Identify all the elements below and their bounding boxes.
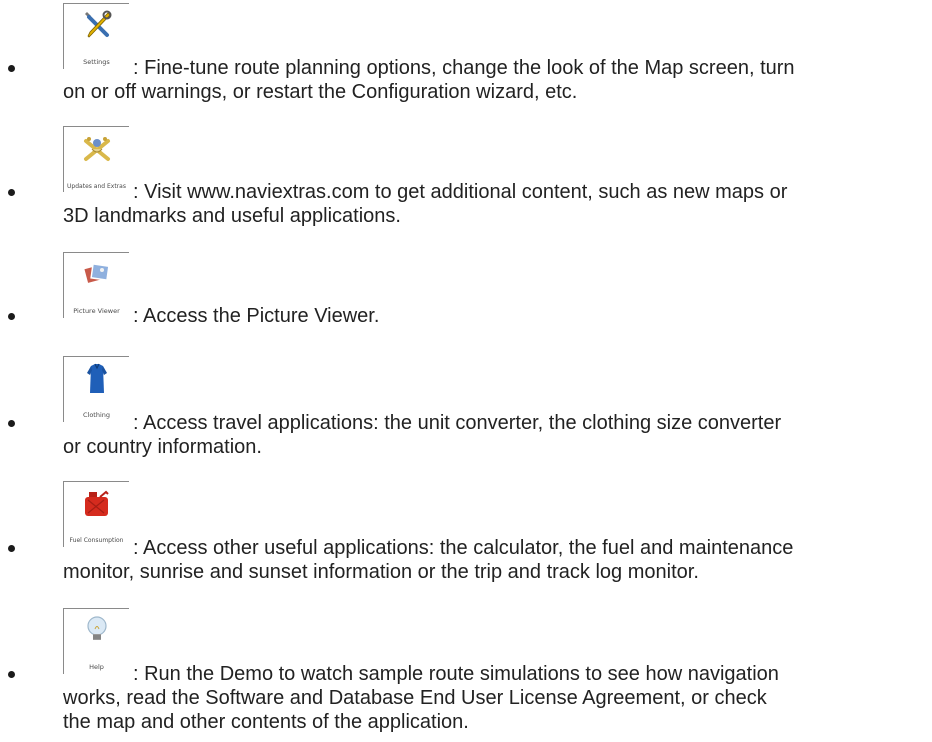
item-description-line: : Access travel applications: the unit c…	[133, 412, 782, 434]
help-tile: Help	[63, 608, 129, 674]
item-description-line: 3D landmarks and useful applications.	[63, 205, 401, 227]
item-description-line: : Visit www.naviextras.com to get additi…	[133, 181, 788, 203]
settings-wrench-screwdriver-icon	[85, 10, 112, 38]
tile-caption: Clothing	[82, 411, 111, 419]
fuel-consumption-can-icon	[85, 490, 109, 516]
item-description-line: on or off warnings, or restart the Confi…	[63, 81, 578, 103]
tile-caption: Settings	[83, 58, 110, 66]
bullet	[8, 545, 15, 552]
item-description-line: : Fine-tune route planning options, chan…	[133, 57, 795, 79]
bullet	[8, 671, 15, 678]
updates-and-extras-tile: Updates and Extras	[63, 126, 129, 192]
item-description-line: or country information.	[63, 436, 262, 458]
bullet	[8, 65, 15, 72]
updates-and-extras-icon	[84, 137, 110, 161]
item-description-line: : Access other useful applications: the …	[133, 537, 794, 559]
item-description-line: monitor, sunrise and sunset information …	[63, 561, 699, 583]
tile-caption: Updates and Extras	[67, 183, 126, 190]
item-description-line: the map and other contents of the applic…	[63, 711, 469, 733]
clothing-tile: Clothing	[63, 356, 129, 422]
tile-caption: Help	[89, 663, 104, 671]
clothing-shirt-icon	[87, 363, 107, 393]
picture-viewer-icon	[84, 263, 110, 283]
settings-tile: Settings	[63, 3, 129, 69]
tile-caption: Fuel Consumption	[69, 537, 124, 544]
bullet	[8, 420, 15, 427]
item-description-line: works, read the Software and Database En…	[63, 687, 767, 709]
bullet	[8, 189, 15, 196]
tile-caption: Picture Viewer	[73, 307, 120, 315]
item-description-line: : Access the Picture Viewer.	[133, 305, 380, 327]
picture-viewer-tile: Picture Viewer	[63, 252, 129, 318]
help-lightbulb-icon	[87, 616, 107, 640]
fuel-consumption-tile: Fuel Consumption	[63, 481, 129, 547]
bullet	[8, 313, 15, 320]
item-description-line: : Run the Demo to watch sample route sim…	[133, 663, 779, 685]
